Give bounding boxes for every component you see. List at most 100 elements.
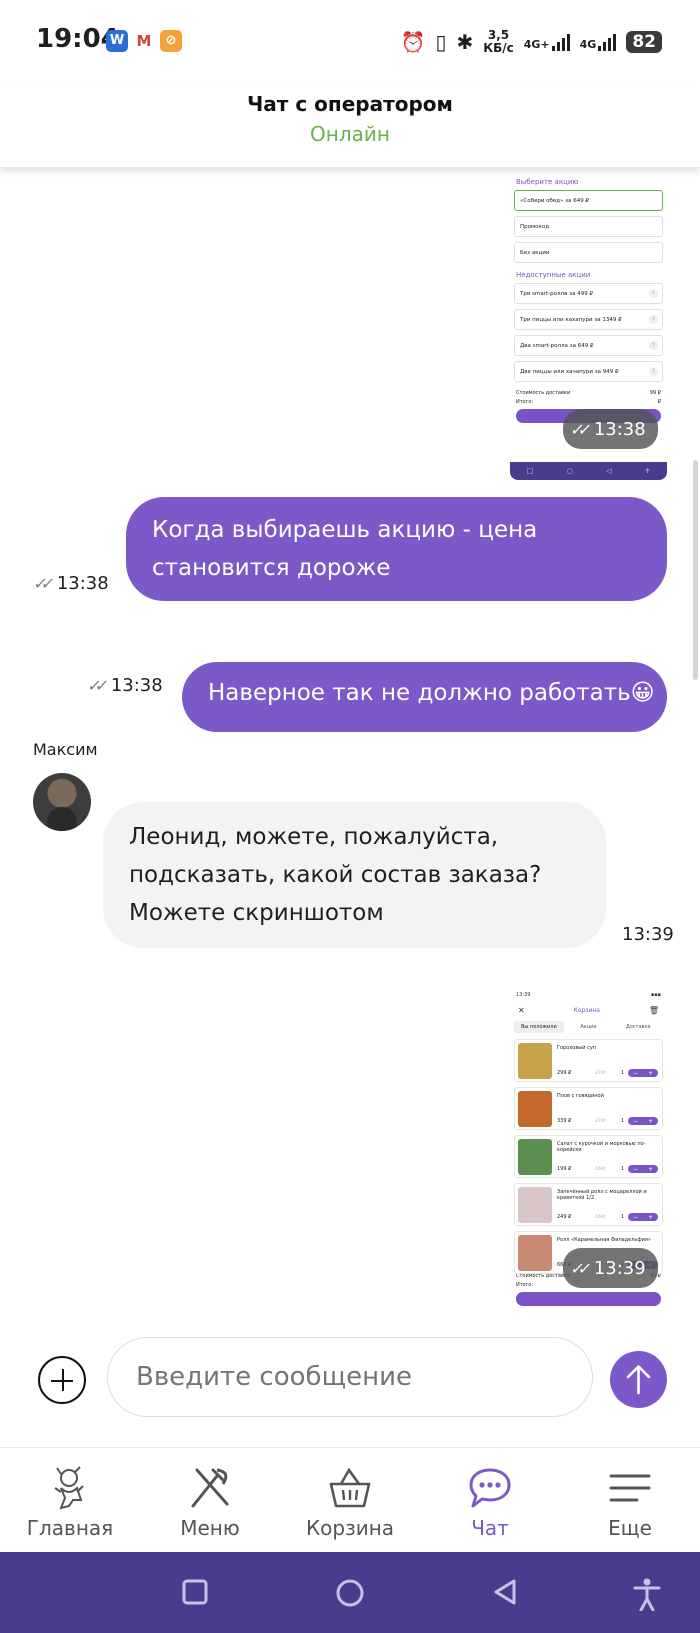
food-photo [518, 1091, 552, 1127]
item-weight: 160г [595, 1167, 606, 1172]
bottom-tab-bar: Главная Меню Корзина Чат Еще [0, 1448, 700, 1552]
system-nav-bar [0, 1552, 700, 1633]
screenshot-section-title: Недоступные акции [516, 271, 591, 279]
screenshot-tab: Акции [580, 1024, 597, 1030]
item-weight: 270г [595, 1119, 606, 1124]
message-time: 13:39 [593, 1257, 646, 1279]
accessibility-icon[interactable] [632, 1577, 662, 1611]
screenshot-delivery: Стоимость доставки 99 ₽ [516, 390, 661, 396]
screenshot-option-label: Два smart-ролла за 649 ₽ [520, 343, 594, 349]
close-icon: ✕ [518, 1006, 525, 1015]
tab-label: Главная [26, 1516, 114, 1540]
plus-icon: + [647, 1165, 654, 1173]
send-button[interactable] [610, 1351, 667, 1408]
screenshot-option-label: Три smart-ролла за 499 ₽ [520, 291, 593, 297]
item-price: 299 ₽ [557, 1070, 572, 1076]
message-time: 13:38 [56, 573, 109, 594]
screenshot-delivery-value: 99 ₽ [649, 390, 661, 396]
home-icon[interactable] [334, 1577, 366, 1609]
tab-label: Корзина [305, 1516, 395, 1540]
back-icon[interactable] [490, 1577, 520, 1607]
message-input[interactable] [107, 1337, 593, 1417]
trash-icon: 🗑 [648, 1006, 659, 1015]
quantity-stepper: −+ [628, 1117, 658, 1125]
double-check-icon: ✓✓ [86, 676, 105, 695]
info-icon: i [649, 367, 658, 376]
alarm-icon: ⏰ [400, 30, 426, 54]
minus-icon: − [632, 1165, 639, 1173]
chat-messages[interactable]: Выберите акцию «Собери обед» за 649 ₽ Пр… [0, 170, 700, 1330]
item-qty: 1 [620, 1118, 624, 1124]
tab-label: Меню [180, 1516, 240, 1540]
screenshot-cart-item: Гороховый суп 299 ₽ 270г 1 − + [514, 1039, 663, 1082]
battery-icon: 82 [626, 31, 662, 53]
item-weight: 160г [595, 1215, 606, 1220]
item-quantity: 1 −+ [621, 1213, 658, 1221]
food-photo [518, 1043, 552, 1079]
screenshot-cart-list: Гороховый суп 299 ₽270г 1− + Плов с говядино… [510, 1039, 667, 1274]
screenshot-option: Два smart-ролла за 649 ₽ i [514, 335, 663, 356]
tab-menu[interactable]: Меню [140, 1448, 280, 1552]
recents-icon[interactable] [180, 1577, 210, 1607]
screenshot-nav-bar: □ ○ ◁ ♰ [510, 462, 667, 480]
tab-label: Чат [471, 1516, 509, 1540]
item-quantity: 1 −+ [621, 1165, 658, 1173]
screenshot-status-time: 13:39 [516, 992, 531, 998]
app-notification-icon: W [106, 30, 128, 52]
screenshot-cart-item: Плов с говядиной 339 ₽ 270г 1 − + [514, 1087, 663, 1130]
screenshot-cart-item: Салат с курочкой и морковью по-корейски 1… [514, 1135, 663, 1178]
minus-icon: − [632, 1069, 639, 1077]
item-name: Ролл «Карамельная Филадельфия» [557, 1237, 651, 1243]
signal-1: 4G+ [524, 33, 570, 51]
item-qty: 1 [620, 1214, 624, 1220]
screenshot-option-label: Три пиццы или кахапури за 1349 ₽ [520, 317, 622, 323]
screenshot-option: Три пиццы или кахапури за 1349 ₽ i [514, 309, 663, 330]
screenshot-status-bar: 13:39 ▪▪▪ [516, 992, 661, 998]
screenshot-option: Две пиццы или хачапури за 949 ₽ i [514, 361, 663, 382]
chat-header: Чат с оператором Онлайн [0, 84, 700, 168]
message-time: 13:39 [622, 924, 674, 945]
vibrate-icon: ▯ [435, 30, 447, 54]
scrollbar[interactable] [693, 460, 698, 680]
item-qty: 1 [620, 1166, 624, 1172]
screenshot-delivery-label: Стоимость доставки [516, 390, 571, 396]
plus-icon: + [647, 1069, 654, 1077]
sender-name: Максим [33, 740, 98, 759]
gmail-icon: M [133, 30, 155, 52]
food-photo [518, 1187, 552, 1223]
tab-chat[interactable]: Чат [420, 1448, 560, 1552]
message-time: 13:38 [110, 675, 163, 696]
outgoing-message[interactable]: Когда выбираешь акцию - цена становится … [126, 497, 667, 601]
bluetooth-icon: ✱ [456, 30, 474, 54]
tab-cart[interactable]: Корзина [280, 1448, 420, 1552]
minus-icon: − [632, 1213, 639, 1221]
network-type: 4G+ [523, 38, 550, 51]
item-weight: 270г [595, 1071, 606, 1076]
item-quantity: 1 −+ [621, 1117, 658, 1125]
basket-icon [329, 1467, 371, 1508]
item-qty: 1 [620, 1070, 624, 1076]
double-check-icon: ✓✓ [32, 574, 51, 593]
screenshot-total-label: Итого: [516, 399, 534, 405]
item-quantity: 1 −+ [621, 1069, 658, 1077]
screenshot-tab: Доставка [625, 1024, 651, 1030]
incoming-message[interactable]: Леонид, можете, пожалуйста, подсказать, … [103, 802, 606, 948]
screenshot-header: ✕ Корзина 🗑 [510, 1002, 667, 1019]
item-name: Салат с курочкой и морковью по-корейски [557, 1141, 646, 1153]
image-timestamp: ✓✓ 13:39 [563, 1248, 658, 1288]
screenshot-total: Итого: ₽ [516, 399, 661, 405]
network-speed: 3,5 КБ/с [483, 29, 513, 55]
status-bar: 19:04 W M ⊘ ⏰ ▯ ✱ 3,5 КБ/с 4G+ 4G 82 [0, 0, 700, 84]
mascot-icon [54, 1466, 84, 1510]
tab-more[interactable]: Еще [560, 1448, 700, 1552]
outgoing-message[interactable]: Наверное так не должно работать😀 [182, 662, 667, 732]
info-icon: i [649, 289, 658, 298]
screenshot-option: Без акции [514, 242, 663, 263]
item-name: Гороховый суп [557, 1045, 597, 1051]
tab-home[interactable]: Главная [0, 1448, 140, 1552]
attach-button[interactable] [38, 1356, 86, 1404]
screenshot-option-label: Две пиццы или хачапури за 949 ₽ [520, 369, 619, 375]
composer [0, 1330, 700, 1448]
avatar[interactable] [33, 773, 91, 831]
info-icon: i [649, 341, 658, 350]
